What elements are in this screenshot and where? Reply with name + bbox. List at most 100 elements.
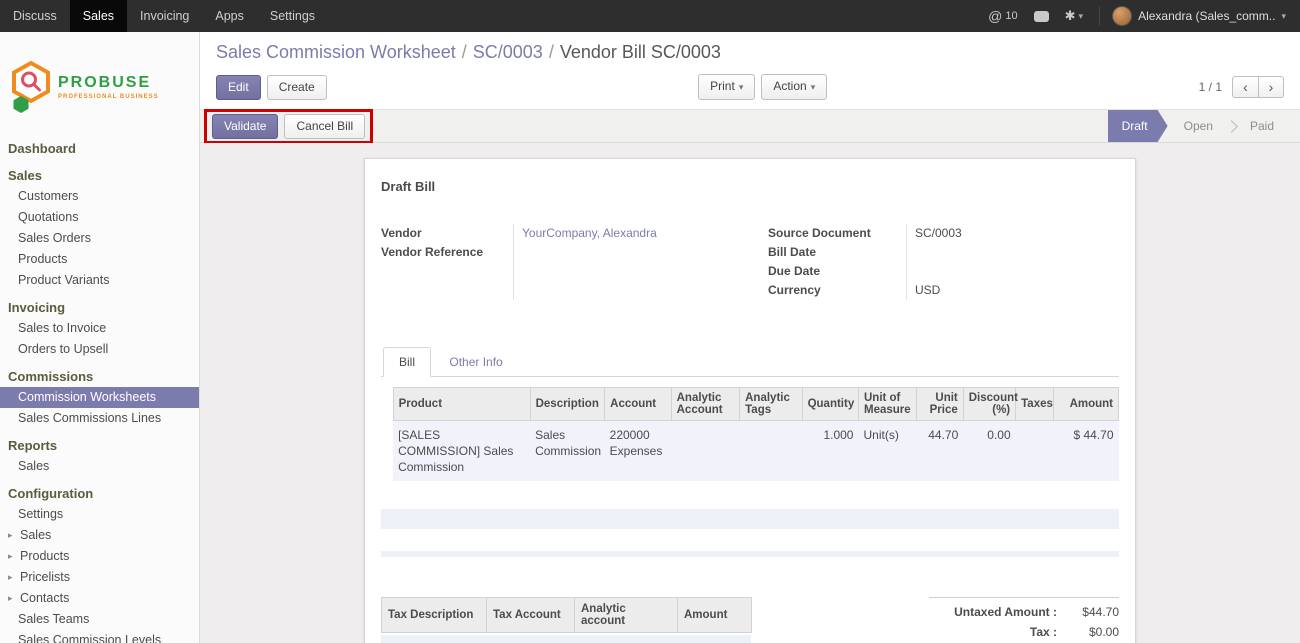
sidebar-item-config-products[interactable]: ▸ Products [0,546,199,567]
state-draft[interactable]: Draft [1108,110,1168,142]
sidebar-section-sales[interactable]: Sales [0,165,199,186]
logo-subtitle: PROFESSIONAL BUSINESS [58,94,159,100]
col-taxes[interactable]: Taxes [1016,388,1054,421]
sidebar-item-orders-to-upsell[interactable]: Orders to Upsell [0,339,199,360]
pager-previous-button[interactable]: ‹ [1232,76,1258,98]
menu-settings[interactable]: Settings [257,0,328,32]
col-tax-amount[interactable]: Amount [678,598,752,633]
cancel-bill-button[interactable]: Cancel Bill [284,114,365,139]
expand-arrow-icon: ▸ [8,549,16,564]
sidebar-item-products[interactable]: Products [0,249,199,270]
sidebar-item-label: Product Variants [18,273,109,288]
col-tax-account[interactable]: Tax Account [487,598,575,633]
sidebar-item-label: Products [18,252,67,267]
col-description[interactable]: Description [530,388,605,421]
sidebar-item-label: Sales Commission Levels [18,633,161,643]
user-menu[interactable]: Alexandra (Sales_comm.. ▾ [1099,6,1286,26]
sidebar-item-config-sales[interactable]: ▸Sales [0,525,199,546]
col-tax-description[interactable]: Tax Description [382,598,487,633]
print-action-group: Print▾ Action▾ [327,74,1199,100]
col-account[interactable]: Account [605,388,671,421]
sidebar-item-customers[interactable]: Customers [0,186,199,207]
sidebar-nav: Dashboard Sales Customers Quotations Sal… [0,138,199,643]
sidebar-item-reports-sales[interactable]: Sales [0,456,199,477]
taxes-and-totals: Tax Description Tax Account Analytic acc… [381,597,1119,643]
menu-invoicing[interactable]: Invoicing [127,0,202,32]
col-analytic-account[interactable]: Analytic Account [671,388,740,421]
breadcrumb-current: Vendor Bill SC/0003 [560,42,721,62]
col-discount[interactable]: Discount (%) [963,388,1015,421]
sidebar-item-sales-to-invoice[interactable]: Sales to Invoice [0,318,199,339]
empty-row-stripe [381,509,1119,529]
sidebar-item-sales-orders[interactable]: Sales Orders [0,228,199,249]
caret-down-icon: ▾ [1281,11,1286,22]
tab-bill[interactable]: Bill [383,347,431,377]
sidebar-section-invoicing[interactable]: Invoicing [0,297,199,318]
sidebar-section-dashboard[interactable]: Dashboard [0,138,199,159]
tax-header-row: Tax Description Tax Account Analytic acc… [382,598,752,633]
sidebar-item-label: Quotations [18,210,78,225]
empty-row-stripe [381,551,1119,557]
sidebar-item-config-pricelists[interactable]: ▸Pricelists [0,567,199,588]
print-button[interactable]: Print▾ [698,74,755,100]
pager-next-button[interactable]: › [1258,76,1284,98]
sidebar-item-config-sales-commission-levels[interactable]: Sales Commission Levels [0,630,199,643]
chat-icon[interactable] [1034,11,1049,22]
edit-create-group: Edit Create [216,75,327,100]
menu-sales[interactable]: Sales [70,0,127,32]
logo-title: PROBUSE [58,74,159,92]
cell-amount: $ 44.70 [1054,421,1119,482]
sidebar-item-product-variants[interactable]: Product Variants [0,270,199,291]
col-tax-analytic-account[interactable]: Analytic account [575,598,678,633]
sidebar-item-config-sales-teams[interactable]: Sales Teams [0,609,199,630]
vendor-link[interactable]: YourCompany, Alexandra [522,226,657,240]
debug-menu-button[interactable]: ✱ ▾ [1065,8,1083,24]
bill-state-title: Draft Bill [381,179,1119,194]
sidebar-item-sales-commissions-lines[interactable]: Sales Commissions Lines [0,408,199,429]
sidebar-item-config-settings[interactable]: Settings [0,504,199,525]
menu-apps[interactable]: Apps [202,0,257,32]
breadcrumb-link-worksheet[interactable]: Sales Commission Worksheet [216,42,456,62]
sidebar-item-commission-worksheets[interactable]: Commission Worksheets [0,387,199,408]
bill-date-value [915,243,1119,262]
edit-button[interactable]: Edit [216,75,261,100]
sidebar-item-label: Sales Teams [18,612,89,627]
lines-header-row: Product Description Account Analytic Acc… [381,388,1119,421]
action-button[interactable]: Action▾ [761,74,827,100]
cell-uom: Unit(s) [858,421,916,482]
sidebar-item-config-contacts[interactable]: ▸Contacts [0,588,199,609]
control-panel: Sales Commission Worksheet/SC/0003/Vendo… [200,32,1300,109]
col-unit-of-measure[interactable]: Unit of Measure [858,388,916,421]
state-paid[interactable]: Paid [1234,110,1290,142]
avatar [1112,6,1132,26]
col-unit-price[interactable]: Unit Price [917,388,963,421]
sidebar-section-commissions[interactable]: Commissions [0,366,199,387]
create-button[interactable]: Create [267,75,327,100]
main-area: Sales Commission Worksheet/SC/0003/Vendo… [200,32,1300,643]
breadcrumb-link-sc0003[interactable]: SC/0003 [473,42,543,62]
col-analytic-tags[interactable]: Analytic Tags [740,388,802,421]
sidebar-item-quotations[interactable]: Quotations [0,207,199,228]
untaxed-amount-row: Untaxed Amount : $44.70 [929,602,1119,622]
col-amount[interactable]: Amount [1054,388,1119,421]
tab-other-info[interactable]: Other Info [434,348,517,376]
caret-down-icon: ▾ [739,82,744,92]
statusbar: Validate Cancel Bill Draft Open Paid [200,109,1300,143]
menu-discuss[interactable]: Discuss [0,0,70,32]
invoice-line-row[interactable]: [SALES COMMISSION] Sales Commission Sale… [381,421,1119,482]
sidebar-item-label: Sales [20,528,51,543]
due-date-value [915,262,1119,281]
sidebar-section-configuration[interactable]: Configuration [0,483,199,504]
mentions-button[interactable]: @ 10 [988,8,1017,24]
col-quantity[interactable]: Quantity [802,388,858,421]
state-open[interactable]: Open [1168,110,1229,142]
breadcrumb-separator: / [462,42,467,62]
sidebar-item-label: Products [20,549,69,564]
form-sheet: Draft Bill Vendor Vendor Reference YourC… [364,158,1136,643]
validate-button[interactable]: Validate [212,114,278,139]
expand-arrow-icon: ▸ [8,591,16,606]
currency-value: USD [915,281,1119,300]
sidebar-section-reports[interactable]: Reports [0,435,199,456]
col-product[interactable]: Product [393,388,530,421]
sidebar-item-label: Customers [18,189,78,204]
